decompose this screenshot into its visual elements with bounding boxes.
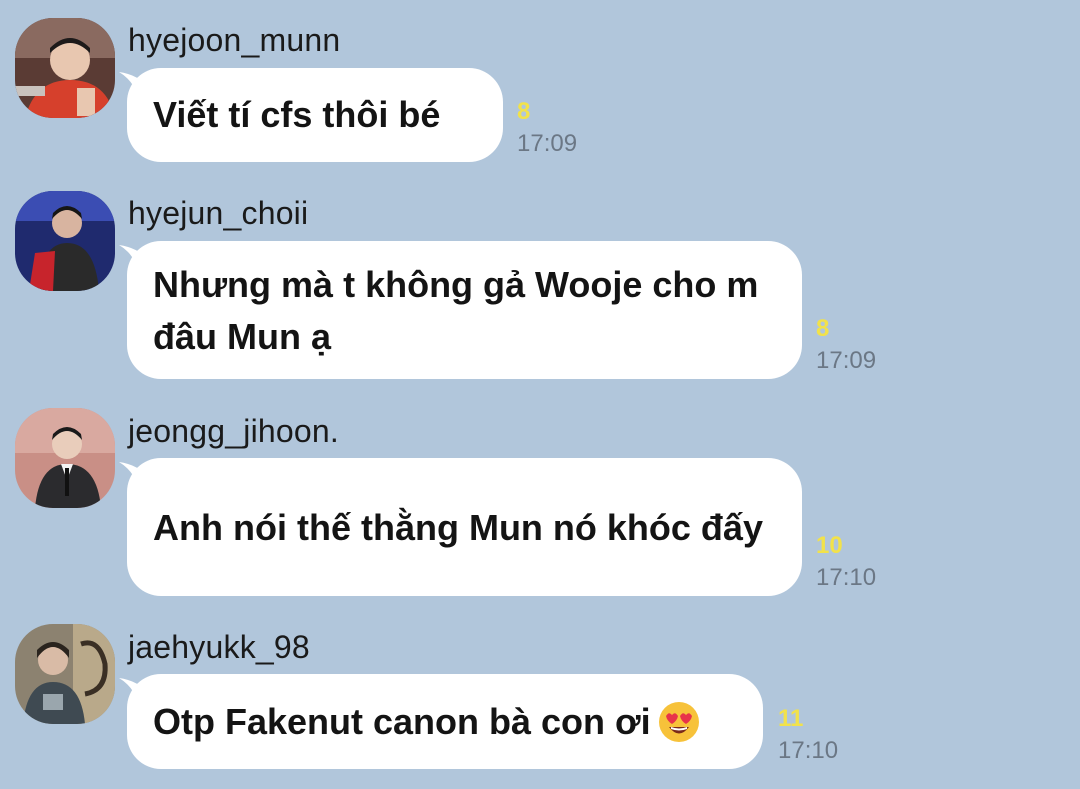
timestamp: 17:09 — [816, 347, 877, 374]
bubble-tail — [119, 245, 149, 271]
unread-count: 8 — [517, 98, 531, 125]
profile-photo-icon — [15, 408, 115, 508]
unread-count: 11 — [778, 705, 804, 732]
message-bubble[interactable]: Nhưng mà t không gả Wooje cho m đâu Mun … — [119, 241, 802, 379]
avatar[interactable] — [15, 18, 115, 118]
message-text: Viết tí cfs thôi bé — [153, 94, 441, 135]
profile-photo-icon — [15, 191, 115, 291]
sender-name: jeongg_jihoon. — [128, 413, 339, 449]
sender-name: hyejoon_munn — [128, 22, 341, 58]
message-bubble[interactable]: Otp Fakenut canon bà con ơi — [119, 674, 763, 769]
message-meta: 8 17:09 — [517, 96, 577, 160]
message-text: Nhưng mà t không gả Wooje cho m đâu Mun … — [153, 264, 759, 357]
avatar[interactable] — [15, 624, 115, 724]
unread-count: 10 — [816, 532, 843, 559]
profile-photo-icon — [15, 18, 115, 118]
bubble-tail — [119, 72, 149, 98]
bubble-tail — [119, 678, 149, 704]
avatar[interactable] — [15, 408, 115, 508]
timestamp: 17:10 — [816, 564, 877, 591]
message-meta: 8 17:09 — [816, 313, 876, 377]
timestamp: 17:10 — [778, 737, 839, 764]
profile-photo-icon — [15, 624, 115, 724]
message-bubble[interactable]: Viết tí cfs thôi bé — [119, 68, 503, 162]
avatar[interactable] — [15, 191, 115, 291]
sender-name: jaehyukk_98 — [128, 629, 310, 665]
sender-name: hyejun_choii — [128, 195, 309, 231]
message-meta: 11 17:10 — [778, 703, 838, 767]
bubble-tail — [119, 462, 149, 488]
message-text: Otp Fakenut canon bà con ơi — [153, 700, 651, 742]
timestamp: 17:09 — [517, 130, 578, 157]
message-bubble[interactable]: Anh nói thế thằng Mun nó khóc đấy — [119, 458, 802, 596]
message-text: Anh nói thế thằng Mun nó khóc đấy — [153, 507, 763, 548]
message-meta: 10 17:10 — [816, 530, 876, 594]
heart-eyes-emoji-icon — [658, 701, 699, 742]
unread-count: 8 — [816, 315, 830, 342]
